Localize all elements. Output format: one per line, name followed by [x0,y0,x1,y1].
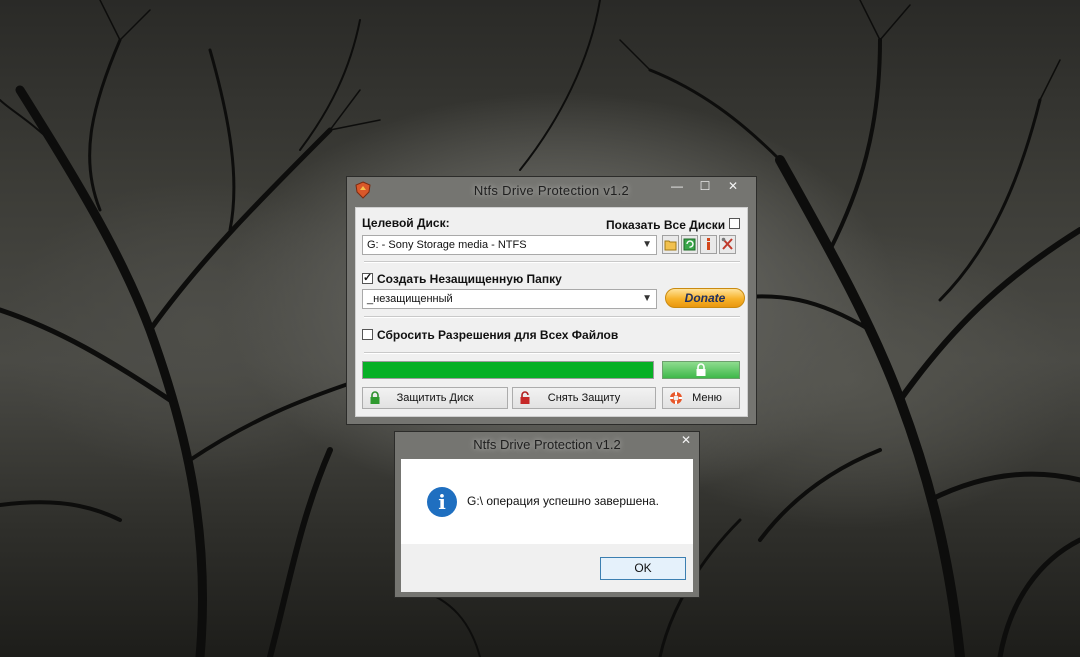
chevron-down-icon: ▼ [642,239,652,250]
open-folder-button[interactable] [662,235,679,254]
lock-icon [696,363,706,376]
refresh-icon [683,238,696,251]
red-unlock-icon [520,391,530,404]
main-window: Ntfs Drive Protection v1.2 — ☐ ✕ Целевой… [346,176,757,425]
close-button[interactable]: ✕ [719,177,747,197]
menu-button[interactable]: Меню [662,387,740,409]
dialog-body: i G:\ операция успешно завершена. OK [401,459,693,592]
check-icon: ✓ [363,272,373,284]
create-folder-label: Создать Незащищенную Папку [377,272,562,286]
folder-icon [664,240,677,251]
separator [364,261,740,263]
separator [364,352,740,354]
protect-disk-button[interactable]: Защитить Диск [362,387,508,409]
window-client-area: Целевой Диск: Показать Все Диски G: - So… [355,207,748,417]
menu-label: Меню [692,392,722,404]
info-button[interactable] [700,235,717,254]
refresh-button[interactable] [681,235,698,254]
reset-permissions-label: Сбросить Разрешения для Всех Файлов [377,328,619,342]
disk-select[interactable]: G: - Sony Storage media - NTFS ▼ [362,235,657,255]
minimize-button[interactable]: — [663,177,691,197]
show-all-disks-checkbox[interactable] [729,218,740,229]
dialog-footer: OK [401,544,693,592]
chevron-down-icon: ▼ [642,293,652,304]
protect-disk-label: Защитить Диск [396,392,474,404]
dialog-message: G:\ операция успешно завершена. [467,494,659,508]
maximize-button[interactable]: ☐ [691,177,719,197]
lock-toggle-button[interactable] [662,361,740,379]
dialog-close-button[interactable]: ✕ [681,433,691,447]
create-folder-checkbox[interactable]: ✓ [362,272,373,284]
donate-button[interactable]: Donate [665,288,745,308]
folder-select-value: _незащищенный [367,293,453,305]
unprotect-button[interactable]: Снять Защиту [512,387,656,409]
info-i-icon [707,238,710,250]
info-icon: i [427,487,457,517]
progress-bar [362,361,654,379]
separator [364,316,740,318]
unprotect-label: Снять Защиту [547,392,621,404]
dialog-title: Ntfs Drive Protection v1.2 [473,437,621,452]
target-disk-label: Целевой Диск: [362,216,450,230]
lifebuoy-icon [670,392,682,404]
reset-permissions-checkbox[interactable] [362,329,373,340]
show-all-disks-label: Показать Все Диски [606,218,726,232]
tools-button[interactable] [719,235,736,254]
message-dialog: Ntfs Drive Protection v1.2 ✕ i G:\ опера… [394,431,700,598]
disk-select-value: G: - Sony Storage media - NTFS [367,239,527,251]
green-lock-icon [370,391,380,404]
folder-select[interactable]: _незащищенный ▼ [362,289,657,309]
title-bar[interactable]: Ntfs Drive Protection v1.2 — ☐ ✕ [347,177,756,204]
ok-button[interactable]: OK [600,557,686,580]
tools-icon [721,237,733,250]
